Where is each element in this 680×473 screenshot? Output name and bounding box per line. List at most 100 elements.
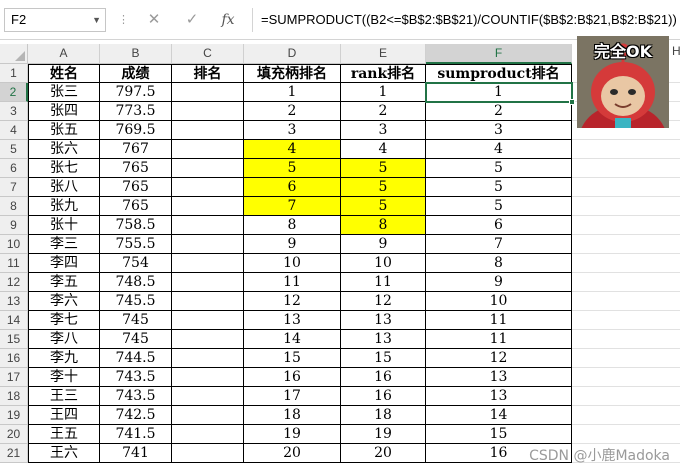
select-all-corner[interactable] xyxy=(0,44,28,64)
cell-b7[interactable]: 765 xyxy=(100,178,172,197)
cell-e21[interactable]: 20 xyxy=(341,444,426,463)
column-header-f[interactable]: F xyxy=(426,44,572,64)
cell-d21[interactable]: 20 xyxy=(244,444,341,463)
row-header-19[interactable]: 19 xyxy=(0,406,28,425)
cell-b18[interactable]: 743.5 xyxy=(100,387,172,406)
cell-c16[interactable] xyxy=(172,349,244,368)
cell-d10[interactable]: 9 xyxy=(244,235,341,254)
row-header-1[interactable]: 1 xyxy=(0,64,28,83)
cancel-icon[interactable]: ✕ xyxy=(140,8,168,32)
cell-f18[interactable]: 13 xyxy=(426,387,572,406)
row-header-16[interactable]: 16 xyxy=(0,349,28,368)
column-header-b[interactable]: B xyxy=(100,44,172,64)
row-header-15[interactable]: 15 xyxy=(0,330,28,349)
cell-f10[interactable]: 7 xyxy=(426,235,572,254)
cell-a16[interactable]: 李九 xyxy=(28,349,100,368)
cell-d9[interactable]: 8 xyxy=(244,216,341,235)
cell-f12[interactable]: 9 xyxy=(426,273,572,292)
cell-c14[interactable] xyxy=(172,311,244,330)
row-header-21[interactable]: 21 xyxy=(0,444,28,463)
cell-a2[interactable]: 张三 xyxy=(28,83,100,102)
cell-e8[interactable]: 5 xyxy=(341,197,426,216)
cell-b3[interactable]: 773.5 xyxy=(100,102,172,121)
cell-d8[interactable]: 7 xyxy=(244,197,341,216)
cell-d19[interactable]: 18 xyxy=(244,406,341,425)
cell-b5[interactable]: 767 xyxy=(100,140,172,159)
row-header-7[interactable]: 7 xyxy=(0,178,28,197)
cell-c13[interactable] xyxy=(172,292,244,311)
chevron-down-icon[interactable]: ▼ xyxy=(92,9,101,31)
cell-c7[interactable] xyxy=(172,178,244,197)
cell-f8[interactable]: 5 xyxy=(426,197,572,216)
cell-f2[interactable]: 1 xyxy=(426,83,572,102)
row-header-6[interactable]: 6 xyxy=(0,159,28,178)
cell-b21[interactable]: 741 xyxy=(100,444,172,463)
cell-b2[interactable]: 797.5 xyxy=(100,83,172,102)
cell-c12[interactable] xyxy=(172,273,244,292)
cell-a21[interactable]: 王六 xyxy=(28,444,100,463)
cell-f17[interactable]: 13 xyxy=(426,368,572,387)
cell-e13[interactable]: 12 xyxy=(341,292,426,311)
enter-icon[interactable]: ✓ xyxy=(178,8,206,32)
row-header-5[interactable]: 5 xyxy=(0,140,28,159)
cell-f19[interactable]: 14 xyxy=(426,406,572,425)
cell-e16[interactable]: 15 xyxy=(341,349,426,368)
cell-a1[interactable]: 姓名 xyxy=(28,64,100,83)
row-header-10[interactable]: 10 xyxy=(0,235,28,254)
cell-c17[interactable] xyxy=(172,368,244,387)
cell-b6[interactable]: 765 xyxy=(100,159,172,178)
cell-d15[interactable]: 14 xyxy=(244,330,341,349)
cell-d20[interactable]: 19 xyxy=(244,425,341,444)
cell-d11[interactable]: 10 xyxy=(244,254,341,273)
cell-e15[interactable]: 13 xyxy=(341,330,426,349)
cell-d3[interactable]: 2 xyxy=(244,102,341,121)
row-header-14[interactable]: 14 xyxy=(0,311,28,330)
cell-e9[interactable]: 8 xyxy=(341,216,426,235)
row-header-11[interactable]: 11 xyxy=(0,254,28,273)
cell-c3[interactable] xyxy=(172,102,244,121)
cell-d7[interactable]: 6 xyxy=(244,178,341,197)
cell-c2[interactable] xyxy=(172,83,244,102)
cell-c10[interactable] xyxy=(172,235,244,254)
row-header-9[interactable]: 9 xyxy=(0,216,28,235)
cell-e5[interactable]: 4 xyxy=(341,140,426,159)
cell-f4[interactable]: 3 xyxy=(426,121,572,140)
cell-b1[interactable]: 成绩 xyxy=(100,64,172,83)
cell-c18[interactable] xyxy=(172,387,244,406)
cell-f15[interactable]: 11 xyxy=(426,330,572,349)
cell-c21[interactable] xyxy=(172,444,244,463)
cell-e3[interactable]: 2 xyxy=(341,102,426,121)
cell-d16[interactable]: 15 xyxy=(244,349,341,368)
row-header-2[interactable]: 2 xyxy=(0,83,28,102)
cell-a15[interactable]: 李八 xyxy=(28,330,100,349)
name-box[interactable]: F2 ▼ xyxy=(4,8,106,32)
cell-e7[interactable]: 5 xyxy=(341,178,426,197)
cell-e17[interactable]: 16 xyxy=(341,368,426,387)
cell-e10[interactable]: 9 xyxy=(341,235,426,254)
cell-b9[interactable]: 758.5 xyxy=(100,216,172,235)
cell-a17[interactable]: 李十 xyxy=(28,368,100,387)
cell-b14[interactable]: 745 xyxy=(100,311,172,330)
cell-a12[interactable]: 李五 xyxy=(28,273,100,292)
cell-f3[interactable]: 2 xyxy=(426,102,572,121)
cell-b11[interactable]: 754 xyxy=(100,254,172,273)
cell-e14[interactable]: 13 xyxy=(341,311,426,330)
formula-bar-grip-icon[interactable]: ⋮ xyxy=(118,12,129,28)
cell-b13[interactable]: 745.5 xyxy=(100,292,172,311)
cell-f13[interactable]: 10 xyxy=(426,292,572,311)
cell-f16[interactable]: 12 xyxy=(426,349,572,368)
cell-d1[interactable]: 填充柄排名 xyxy=(244,64,341,83)
cell-b10[interactable]: 755.5 xyxy=(100,235,172,254)
row-header-4[interactable]: 4 xyxy=(0,121,28,140)
column-header-a[interactable]: A xyxy=(28,44,100,64)
cell-b4[interactable]: 769.5 xyxy=(100,121,172,140)
cell-f9[interactable]: 6 xyxy=(426,216,572,235)
cell-a7[interactable]: 张八 xyxy=(28,178,100,197)
cell-c9[interactable] xyxy=(172,216,244,235)
cell-c1[interactable]: 排名 xyxy=(172,64,244,83)
cell-b16[interactable]: 744.5 xyxy=(100,349,172,368)
cell-a9[interactable]: 张十 xyxy=(28,216,100,235)
cell-c19[interactable] xyxy=(172,406,244,425)
cell-b12[interactable]: 748.5 xyxy=(100,273,172,292)
cell-e1[interactable]: rank排名 xyxy=(341,64,426,83)
